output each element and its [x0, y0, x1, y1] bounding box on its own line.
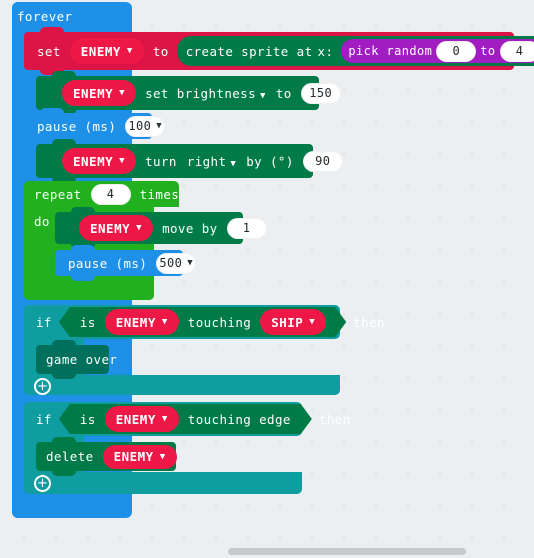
repeat-block-foot [24, 284, 154, 300]
turn-direction-dropdown[interactable]: right ▼ [182, 154, 241, 169]
pause-value-dropdown-1[interactable]: 100 ▼ [125, 115, 166, 137]
if-edge-mutator-add-button[interactable]: + [34, 475, 51, 492]
if-edge-header-row[interactable]: if is ENEMY ▼ touching edge then [24, 402, 350, 436]
pause-value-2: 500 [159, 256, 183, 270]
create-sprite-label: create sprite at [185, 43, 313, 59]
pick-random-from-input[interactable]: 0 [436, 40, 477, 62]
if-ship-target-dropdown[interactable]: SHIP ▼ [260, 309, 326, 335]
set-brightness-block[interactable]: ENEMY ▼ set brightness ▼ to 150 [36, 71, 341, 115]
set-brightness-label: set brightness [145, 85, 257, 101]
if-ship-mutator-add-button[interactable]: + [34, 378, 51, 395]
chevron-down-icon: ▼ [136, 223, 143, 233]
move-variable-name: ENEMY [90, 220, 131, 236]
move-label: move by [162, 220, 218, 236]
repeat-header-row[interactable]: repeat 4 times [24, 181, 179, 207]
pick-random-to-label: to [480, 44, 496, 58]
pause-value-dropdown-2[interactable]: 500 ▼ [156, 252, 197, 274]
is-label-ship: is [79, 314, 96, 330]
to-label: to [152, 43, 169, 59]
repeat-do-label: do [34, 213, 50, 229]
set-variable-block[interactable]: set ENEMY ▼ to create sprite at x: pick … [24, 27, 534, 75]
game-over-label: game over [46, 352, 118, 367]
brightness-variable-name: ENEMY [73, 85, 114, 101]
chevron-down-icon: ▼ [161, 317, 168, 327]
chevron-down-icon: ▼ [159, 451, 166, 462]
move-value-input[interactable]: 1 [226, 217, 267, 239]
pick-random-reporter[interactable]: pick random 0 to 4 [341, 39, 534, 63]
if-ship-label: if [36, 314, 52, 330]
if-ship-variable-dropdown[interactable]: ENEMY ▼ [105, 309, 179, 335]
then-label-edge: then [318, 411, 351, 427]
pause-block-2[interactable]: pause (ms) 500 ▼ [55, 245, 197, 281]
plus-icon: + [37, 378, 48, 394]
brightness-value-input[interactable]: 150 [300, 82, 341, 104]
pause-block-1[interactable]: pause (ms) 100 ▼ [24, 108, 166, 144]
then-label-ship: then [353, 314, 385, 330]
forever-label: forever [17, 8, 73, 24]
if-edge-variable-dropdown[interactable]: ENEMY ▼ [105, 406, 179, 432]
chevron-down-icon: ▼ [230, 158, 237, 169]
blocks-workspace[interactable]: forever set ENEMY ▼ to create sprite at … [0, 0, 534, 558]
touching-edge-label: touching edge [187, 411, 291, 427]
chevron-down-icon: ▼ [119, 88, 126, 98]
turn-variable-name: ENEMY [73, 153, 114, 169]
horizontal-scrollbar-thumb[interactable] [228, 548, 466, 555]
chevron-down-icon: ▼ [156, 121, 163, 131]
set-variable-dropdown[interactable]: ENEMY ▼ [69, 38, 144, 64]
pause-label-1: pause (ms) [37, 118, 117, 134]
if-edge-label: if [36, 411, 52, 427]
turn-variable-dropdown[interactable]: ENEMY ▼ [62, 148, 137, 174]
turn-by-label: by (°) [246, 153, 294, 169]
delete-variable-dropdown[interactable]: ENEMY ▼ [102, 444, 177, 469]
pause-value-1: 100 [128, 119, 152, 133]
is-touching-edge-condition[interactable]: is ENEMY ▼ touching edge [59, 404, 312, 434]
delete-variable-name: ENEMY [113, 449, 154, 464]
move-variable-dropdown[interactable]: ENEMY ▼ [79, 215, 154, 241]
set-label: set [37, 43, 61, 59]
forever-label-row[interactable]: forever [12, 2, 132, 30]
chevron-down-icon: ▼ [260, 90, 266, 101]
game-over-block[interactable]: game over [36, 340, 117, 379]
pause-label-2: pause (ms) [68, 255, 148, 271]
turn-label: turn [145, 153, 177, 169]
is-touching-ship-condition[interactable]: is ENEMY ▼ touching SHIP ▼ [59, 307, 346, 337]
delete-sprite-block[interactable]: delete ENEMY ▼ [36, 437, 177, 476]
chevron-down-icon: ▼ [309, 317, 316, 327]
brightness-to-label: to [275, 85, 292, 101]
plus-icon: + [37, 475, 48, 491]
brightness-variable-dropdown[interactable]: ENEMY ▼ [62, 80, 137, 106]
create-sprite-reporter[interactable]: create sprite at x: pick random 0 to 4 y… [176, 36, 534, 66]
chevron-down-icon: ▼ [187, 258, 194, 268]
is-label-edge: is [79, 411, 96, 427]
if-edge-variable-name: ENEMY [115, 411, 156, 427]
turn-block[interactable]: ENEMY ▼ turn right ▼ by (°) 90 [36, 139, 343, 183]
move-block[interactable]: ENEMY ▼ move by 1 [55, 207, 267, 249]
if-ship-target-name: SHIP [271, 314, 304, 330]
chevron-down-icon: ▼ [119, 156, 126, 166]
touching-label-ship: touching [187, 314, 252, 330]
pick-random-label: pick random [348, 44, 433, 58]
set-variable-name: ENEMY [80, 43, 121, 59]
repeat-label: repeat [34, 186, 82, 202]
x-label: x: [317, 43, 334, 59]
if-ship-header-row[interactable]: if is ENEMY ▼ touching SHIP ▼ then [24, 305, 385, 339]
set-brightness-dropdown[interactable]: set brightness ▼ [140, 86, 271, 101]
chevron-down-icon: ▼ [126, 46, 133, 56]
chevron-down-icon: ▼ [161, 414, 168, 424]
repeat-times-input[interactable]: 4 [90, 183, 131, 205]
delete-label: delete [46, 449, 94, 464]
repeat-times-label: times [139, 186, 180, 202]
turn-degrees-input[interactable]: 90 [302, 150, 343, 172]
turn-direction: right [186, 153, 227, 169]
if-ship-variable-name: ENEMY [115, 314, 156, 330]
pick-random-to-input[interactable]: 4 [499, 40, 534, 62]
